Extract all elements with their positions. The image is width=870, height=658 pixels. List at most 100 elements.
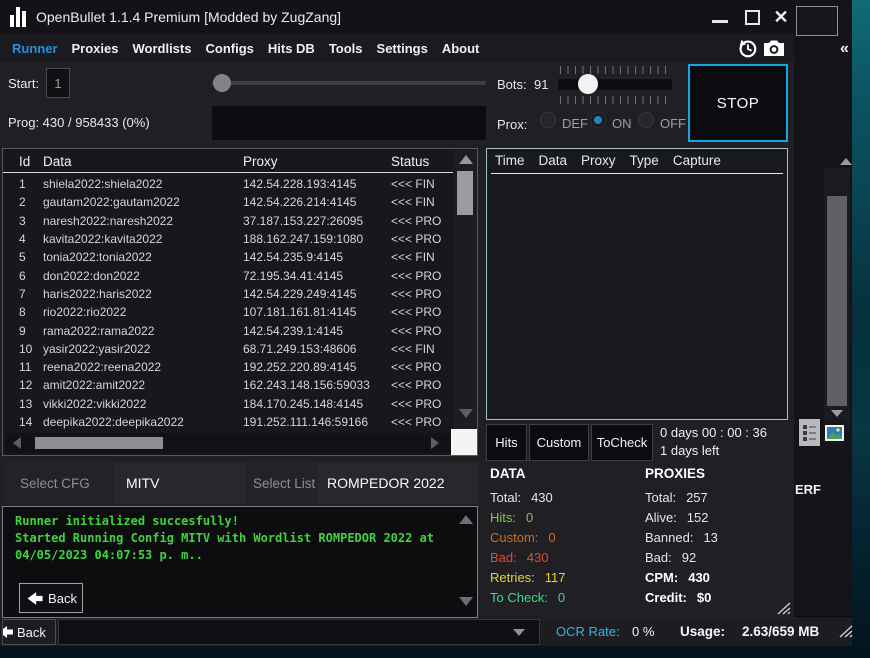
cell-proxy: 37.187.153.227:26095 — [243, 214, 391, 228]
table-row[interactable]: 7haris2022:haris2022142.54.229.249:4145<… — [3, 285, 453, 303]
table-row[interactable]: 2gautam2022:gautam2022142.54.226.214:414… — [3, 193, 453, 211]
table-hscrollbar[interactable] — [5, 433, 451, 453]
log-panel: Runner initialized succesfully!Started R… — [2, 506, 478, 618]
table-row[interactable]: 6don2022:don202272.195.34.41:4145<<< PRO — [3, 266, 453, 284]
column-header-id[interactable]: Id — [3, 154, 43, 169]
table-row[interactable]: 10yasir2022:yasir202268.71.249.153:48606… — [3, 340, 453, 358]
scroll-up-icon[interactable] — [459, 155, 473, 164]
background-back-button[interactable]: Back — [2, 619, 56, 645]
stop-button[interactable]: STOP — [688, 64, 788, 142]
table-rows: 1shiela2022:shiela2022142.54.228.193:414… — [3, 175, 453, 431]
scroll-right-icon[interactable] — [431, 437, 439, 449]
back-button[interactable]: Back — [19, 583, 83, 613]
radio-off[interactable] — [638, 112, 654, 128]
start-slider-thumb[interactable] — [213, 74, 231, 92]
menu-item-wordlists[interactable]: Wordlists — [132, 41, 191, 56]
table-row[interactable]: 14deepika2022:deepika2022191.252.111.146… — [3, 413, 453, 431]
background-scrollbar-thumb[interactable] — [827, 196, 847, 406]
scroll-left-icon[interactable] — [13, 437, 21, 449]
camera-icon[interactable] — [762, 37, 786, 59]
chevron-up-icon[interactable] — [840, 158, 852, 165]
cell-id: 11 — [3, 360, 43, 374]
hscrollbar-thumb[interactable] — [35, 437, 163, 449]
cell-status: <<< FIN — [391, 195, 453, 209]
menu-item-about[interactable]: About — [442, 41, 480, 56]
table-row[interactable]: 5tonia2022:tonia2022142.54.235.9:4145<<<… — [3, 248, 453, 266]
cell-status: <<< PRO — [391, 324, 453, 338]
vscrollbar-thumb[interactable] — [457, 171, 473, 215]
resize-grip-icon[interactable] — [776, 602, 792, 615]
select-cfg-button[interactable]: Select CFG — [2, 462, 114, 504]
menu-item-proxies[interactable]: Proxies — [72, 41, 119, 56]
table-row[interactable]: 1shiela2022:shiela2022142.54.228.193:414… — [3, 175, 453, 193]
table-row[interactable]: 9rama2022:rama2022142.54.239.1:4145<<< P… — [3, 321, 453, 339]
desktop-wallpaper: « ERF — [0, 0, 870, 658]
background-scroll-down-icon[interactable] — [831, 410, 843, 417]
radio-on-label: ON — [612, 116, 632, 131]
log-scroll-up-icon[interactable] — [459, 515, 473, 524]
table-vscrollbar[interactable] — [453, 149, 477, 431]
results-column-type[interactable]: Type — [630, 153, 659, 168]
close-icon[interactable]: ✕ — [770, 6, 792, 28]
maximize-icon[interactable] — [745, 10, 760, 25]
cell-proxy: 142.54.235.9:4145 — [243, 250, 391, 264]
resize-grip-icon[interactable] — [838, 625, 854, 638]
slider-ticks — [560, 66, 672, 74]
collapse-chevrons-icon[interactable]: « — [840, 40, 849, 58]
column-header-data[interactable]: Data — [43, 154, 243, 169]
cell-data: deepika2022:deepika2022 — [43, 415, 243, 429]
image-view-icon[interactable] — [824, 419, 845, 446]
menu-item-runner[interactable]: Runner — [12, 41, 58, 56]
cell-status: <<< FIN — [391, 342, 453, 356]
window-title: OpenBullet 1.1.4 Premium [Modded by ZugZ… — [36, 9, 341, 25]
hits-button[interactable]: Hits — [486, 424, 527, 461]
openbullet-logo-icon — [10, 7, 28, 27]
table-row[interactable]: 13vikki2022:vikki2022184.170.245.148:414… — [3, 395, 453, 413]
column-header-proxy[interactable]: Proxy — [243, 154, 391, 169]
stat-row: Bad:430 — [490, 547, 566, 567]
table-row[interactable]: 4kavita2022:kavita2022188.162.247.159:10… — [3, 230, 453, 248]
table-row[interactable]: 11reena2022:reena2022192.252.220.89:4145… — [3, 358, 453, 376]
ocr-rate-label: OCR Rate: — [556, 624, 620, 639]
minimize-icon[interactable] — [712, 20, 728, 23]
menu-item-tools[interactable]: Tools — [329, 41, 363, 56]
cell-status: <<< PRO — [391, 287, 453, 301]
results-header: Time Data Proxy Type Capture — [495, 153, 721, 168]
menu-item-configs[interactable]: Configs — [205, 41, 253, 56]
radio-off-label: OFF — [660, 116, 686, 131]
bots-slider-thumb[interactable] — [578, 74, 598, 94]
radio-def[interactable] — [540, 112, 556, 128]
menu-bar: Runner Proxies Wordlists Configs Hits DB Tool… — [0, 34, 794, 62]
list-view-icon[interactable] — [799, 419, 820, 446]
table-row[interactable]: 12amit2022:amit2022162.243.148.156:59033… — [3, 376, 453, 394]
menu-item-hits-db[interactable]: Hits DB — [268, 41, 315, 56]
cell-id: 3 — [3, 214, 43, 228]
table-row[interactable]: 8rio2022:rio2022107.181.161.81:4145<<< P… — [3, 303, 453, 321]
tocheck-button[interactable]: ToCheck — [591, 424, 653, 461]
stat-label: Banned: — [645, 530, 693, 545]
cell-data: rama2022:rama2022 — [43, 324, 243, 338]
cell-data: naresh2022:naresh2022 — [43, 214, 243, 228]
data-stats: Total:430Hits:0Custom:0Bad:430Retries:11… — [490, 487, 566, 607]
results-column-time[interactable]: Time — [495, 153, 525, 168]
results-column-proxy[interactable]: Proxy — [581, 153, 616, 168]
prox-label: Prox: — [497, 117, 527, 132]
background-dropdown[interactable] — [58, 619, 540, 645]
table-row[interactable]: 3naresh2022:naresh202237.187.153.227:260… — [3, 212, 453, 230]
menu-item-settings[interactable]: Settings — [377, 41, 428, 56]
bots-slider[interactable] — [558, 79, 672, 90]
results-column-capture[interactable]: Capture — [673, 153, 721, 168]
results-column-data[interactable]: Data — [539, 153, 568, 168]
start-slider[interactable] — [212, 81, 486, 85]
custom-button[interactable]: Custom — [529, 424, 589, 461]
log-scroll-down-icon[interactable] — [459, 597, 473, 606]
cell-status: <<< PRO — [391, 360, 453, 374]
scroll-down-icon[interactable] — [459, 409, 473, 418]
log-line: 04/05/2023 04:07:53 p. m.. — [15, 547, 445, 564]
radio-on[interactable] — [590, 112, 606, 128]
select-list-button[interactable]: Select List — [245, 462, 317, 504]
menu-bar-items: Runner Proxies Wordlists Configs Hits DB Tool… — [0, 34, 794, 62]
history-clock-icon[interactable] — [736, 37, 758, 59]
start-input[interactable] — [46, 68, 70, 98]
selected-wordlist-value: ROMPEDOR 2022 — [317, 462, 478, 504]
